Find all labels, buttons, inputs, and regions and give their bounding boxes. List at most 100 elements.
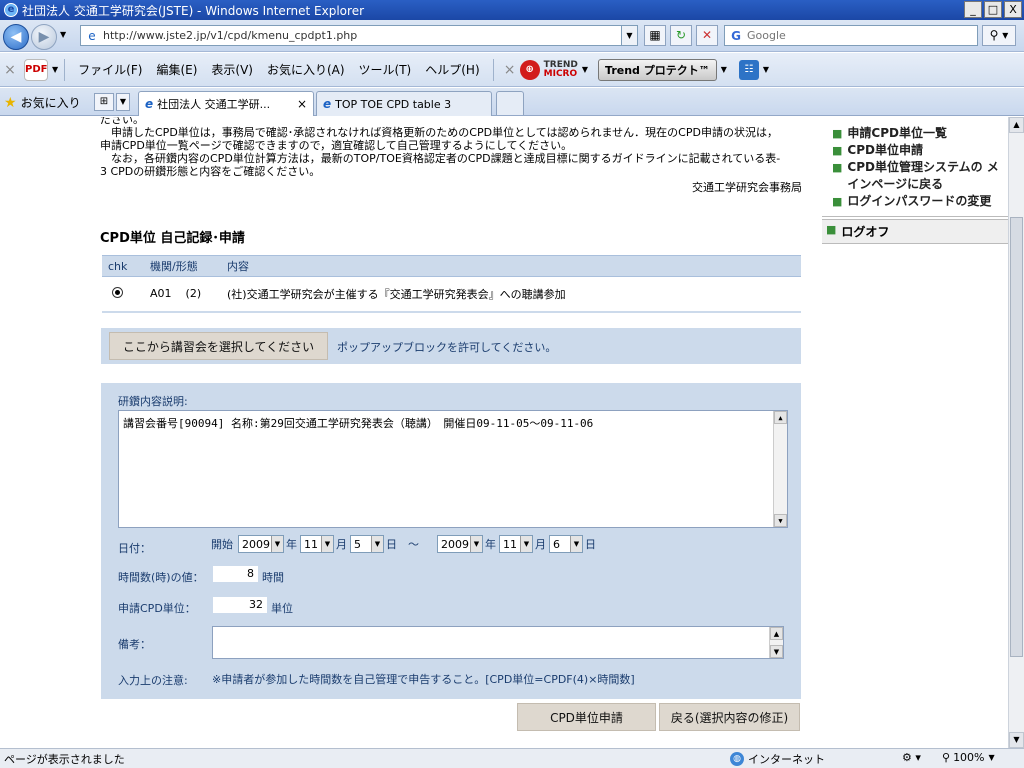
zoom-icon: ⚲ (942, 751, 951, 764)
square-bullet-icon: ■ (826, 223, 837, 236)
end-year-select[interactable]: 2009 ▼ (437, 535, 483, 553)
menu-tools[interactable]: ツール(T) (352, 61, 419, 78)
pdf-icon[interactable]: PDF (24, 58, 48, 81)
pdf-dropdown-icon[interactable]: ▼ (52, 65, 58, 74)
title-bar: e 社団法人 交通工学研究会(JSTE) - Windows Internet … (0, 0, 1024, 20)
note-text: ※申請者が参加した時間数を自己管理で申告すること。[CPD単位=CPDF(4)×… (212, 673, 635, 686)
col-type: 機関/形態 (144, 255, 221, 277)
notice-text: ださい。 申請したCPD単位は，事務局で確認･承認されなければ資格更新のためのC… (100, 117, 781, 178)
scroll-up-icon[interactable]: ▲ (1009, 117, 1024, 133)
search-icon[interactable]: ⚲ ▾ (982, 25, 1016, 46)
url-input[interactable] (103, 29, 621, 42)
forward-button[interactable]: ▶ (31, 24, 57, 50)
start-year-select[interactable]: 2009 ▼ (238, 535, 284, 553)
row-type-cell: A01 (2) (144, 276, 221, 313)
close-toolbar-icon[interactable]: × (500, 62, 520, 78)
trend-protect-dropdown-icon[interactable]: ▼ (721, 65, 727, 74)
sidebar-item-cpd-list[interactable]: ■ 申請CPD単位一覧 (832, 125, 1004, 142)
back-to-edit-button[interactable]: 戻る(選択内容の修正) (659, 703, 800, 731)
chevron-down-icon: ▼ (520, 536, 532, 552)
tab-top-toe[interactable]: e TOP TOE CPD table 3 (316, 91, 492, 116)
square-bullet-icon: ■ (832, 127, 843, 140)
page-scrollbar[interactable]: ▲ ▼ (1008, 117, 1024, 748)
separator (64, 58, 66, 81)
security-zone: ◍ インターネット (730, 751, 825, 767)
chevron-down-icon: ▼ (470, 536, 482, 552)
menu-favorites[interactable]: お気に入り(A) (260, 61, 352, 78)
memo-textarea[interactable]: ▲ ▼ (212, 626, 784, 659)
menu-help[interactable]: ヘルプ(H) (418, 61, 486, 78)
end-day-select[interactable]: 6 ▼ (549, 535, 583, 553)
sidebar-item-logout[interactable]: ■ ログオフ (822, 219, 1008, 244)
trend-protect-button[interactable]: Trend プロテクト™ (598, 58, 717, 81)
memo-label: 備考： (118, 638, 151, 651)
toolbar-widget-icon[interactable]: ☷ (738, 59, 759, 80)
search-input[interactable] (747, 29, 977, 42)
protected-mode-icon[interactable]: ⚙ ▾ (902, 751, 921, 764)
compat-view-icon[interactable]: ▦ (644, 25, 666, 46)
description-textarea[interactable]: 講習会番号[90094] 名称:第29回交通工学研究発表会（聴講） 開催日09-… (118, 410, 788, 528)
widget-dropdown-icon[interactable]: ▼ (763, 65, 769, 74)
close-toolbar-icon[interactable]: × (0, 62, 20, 78)
popup-note: ポップアップブロックを許可してください。 (337, 341, 557, 354)
cpd-form: 研鑽内容説明: 講習会番号[90094] 名称:第29回交通工学研究発表会（聴講… (101, 383, 801, 699)
row-radio[interactable] (112, 286, 123, 298)
maximize-button[interactable]: □ (984, 1, 1002, 18)
star-icon: ★ (4, 94, 17, 111)
close-button[interactable]: X (1004, 1, 1022, 18)
tab-list-dropdown-icon[interactable]: ▼ (116, 93, 130, 111)
desc-label: 研鑽内容説明: (118, 395, 188, 408)
submit-cpd-button[interactable]: CPD単位申請 (517, 703, 656, 731)
cpd-units-label: 申請CPD単位： (118, 602, 196, 615)
refresh-icon[interactable]: ↻ (670, 25, 692, 46)
minimize-button[interactable]: _ (964, 1, 982, 18)
address-toolbar: ◀ ▶ ▼ e ▼ ▦ ↻ ✕ G ⚲ ▾ (0, 20, 1024, 52)
chevron-down-icon: ▼ (321, 536, 333, 552)
menu-view[interactable]: 表示(V) (204, 61, 260, 78)
chevron-down-icon: ▼ (271, 536, 283, 552)
scroll-down-icon[interactable]: ▼ (1009, 732, 1024, 748)
google-icon: G (731, 28, 741, 43)
cpd-units-input[interactable]: 32 (212, 596, 268, 614)
new-tab-button[interactable] (496, 91, 524, 115)
ie-page-icon: e (323, 97, 332, 111)
back-button[interactable]: ◀ (3, 24, 29, 50)
square-bullet-icon: ■ (832, 195, 843, 208)
globe-icon: ◍ (730, 752, 744, 766)
start-day-select[interactable]: 5 ▼ (350, 535, 384, 553)
scroll-thumb[interactable] (1010, 217, 1023, 657)
menu-file[interactable]: ファイル(F) (71, 61, 149, 78)
end-month-select[interactable]: 11 ▼ (499, 535, 533, 553)
history-dropdown-icon[interactable]: ▼ (60, 30, 66, 39)
hours-input[interactable]: 8 (212, 565, 259, 583)
trend-micro-logo: TREND MICRO (543, 59, 578, 79)
url-dropdown-icon[interactable]: ▼ (621, 26, 637, 45)
zoom-control[interactable]: ⚲ 100% ▼ (942, 751, 995, 764)
col-content: 内容 (221, 255, 801, 277)
status-bar: ページが表示されました ◍ インターネット ⚙ ▾ ⚲ 100% ▼ (0, 748, 1024, 768)
tab-jste[interactable]: e 社団法人 交通工学研... × (138, 91, 314, 116)
hours-label: 時間数(時)の値： (118, 571, 204, 584)
textarea-scrollbar[interactable]: ▲ ▼ (769, 627, 783, 658)
zoom-dropdown-icon[interactable]: ▼ (989, 753, 995, 762)
sidebar-item-main-page[interactable]: ■ CPD単位管理システムの メインページに戻る (832, 159, 1004, 193)
chevron-down-icon: ▼ (371, 536, 383, 552)
sidebar-item-cpd-apply[interactable]: ■ CPD単位申請 (832, 142, 1004, 159)
quick-tabs-icon[interactable]: ⊞ (94, 93, 114, 111)
col-chk: chk (102, 255, 144, 277)
trend-dropdown-icon[interactable]: ▼ (582, 65, 588, 74)
start-month-select[interactable]: 11 ▼ (300, 535, 334, 553)
search-box: G (724, 25, 978, 46)
square-bullet-icon: ■ (832, 161, 843, 174)
tab-close-icon[interactable]: × (297, 97, 307, 111)
sidebar-item-password[interactable]: ■ ログインパスワードの変更 (832, 193, 1004, 210)
row-content-cell: (社)交通工学研究会が主催する『交通工学研究発表会』への聴講参加 (221, 276, 801, 313)
ie-page-icon: e (145, 97, 154, 111)
textarea-scrollbar[interactable]: ▲ ▼ (773, 411, 787, 527)
date-row: 開始 2009 ▼ 年 11 ▼ 月 5 ▼ 日 ～ 2009 ▼ 年 11 ▼ 月 6 ▼… (211, 535, 599, 553)
stop-icon[interactable]: ✕ (696, 25, 718, 46)
select-seminar-button[interactable]: ここから講習会を選択してください (109, 332, 328, 360)
menu-edit[interactable]: 編集(E) (149, 61, 204, 78)
favorites-button[interactable]: ★ お気に入り (4, 94, 81, 111)
window-controls: _ □ X (964, 1, 1022, 18)
